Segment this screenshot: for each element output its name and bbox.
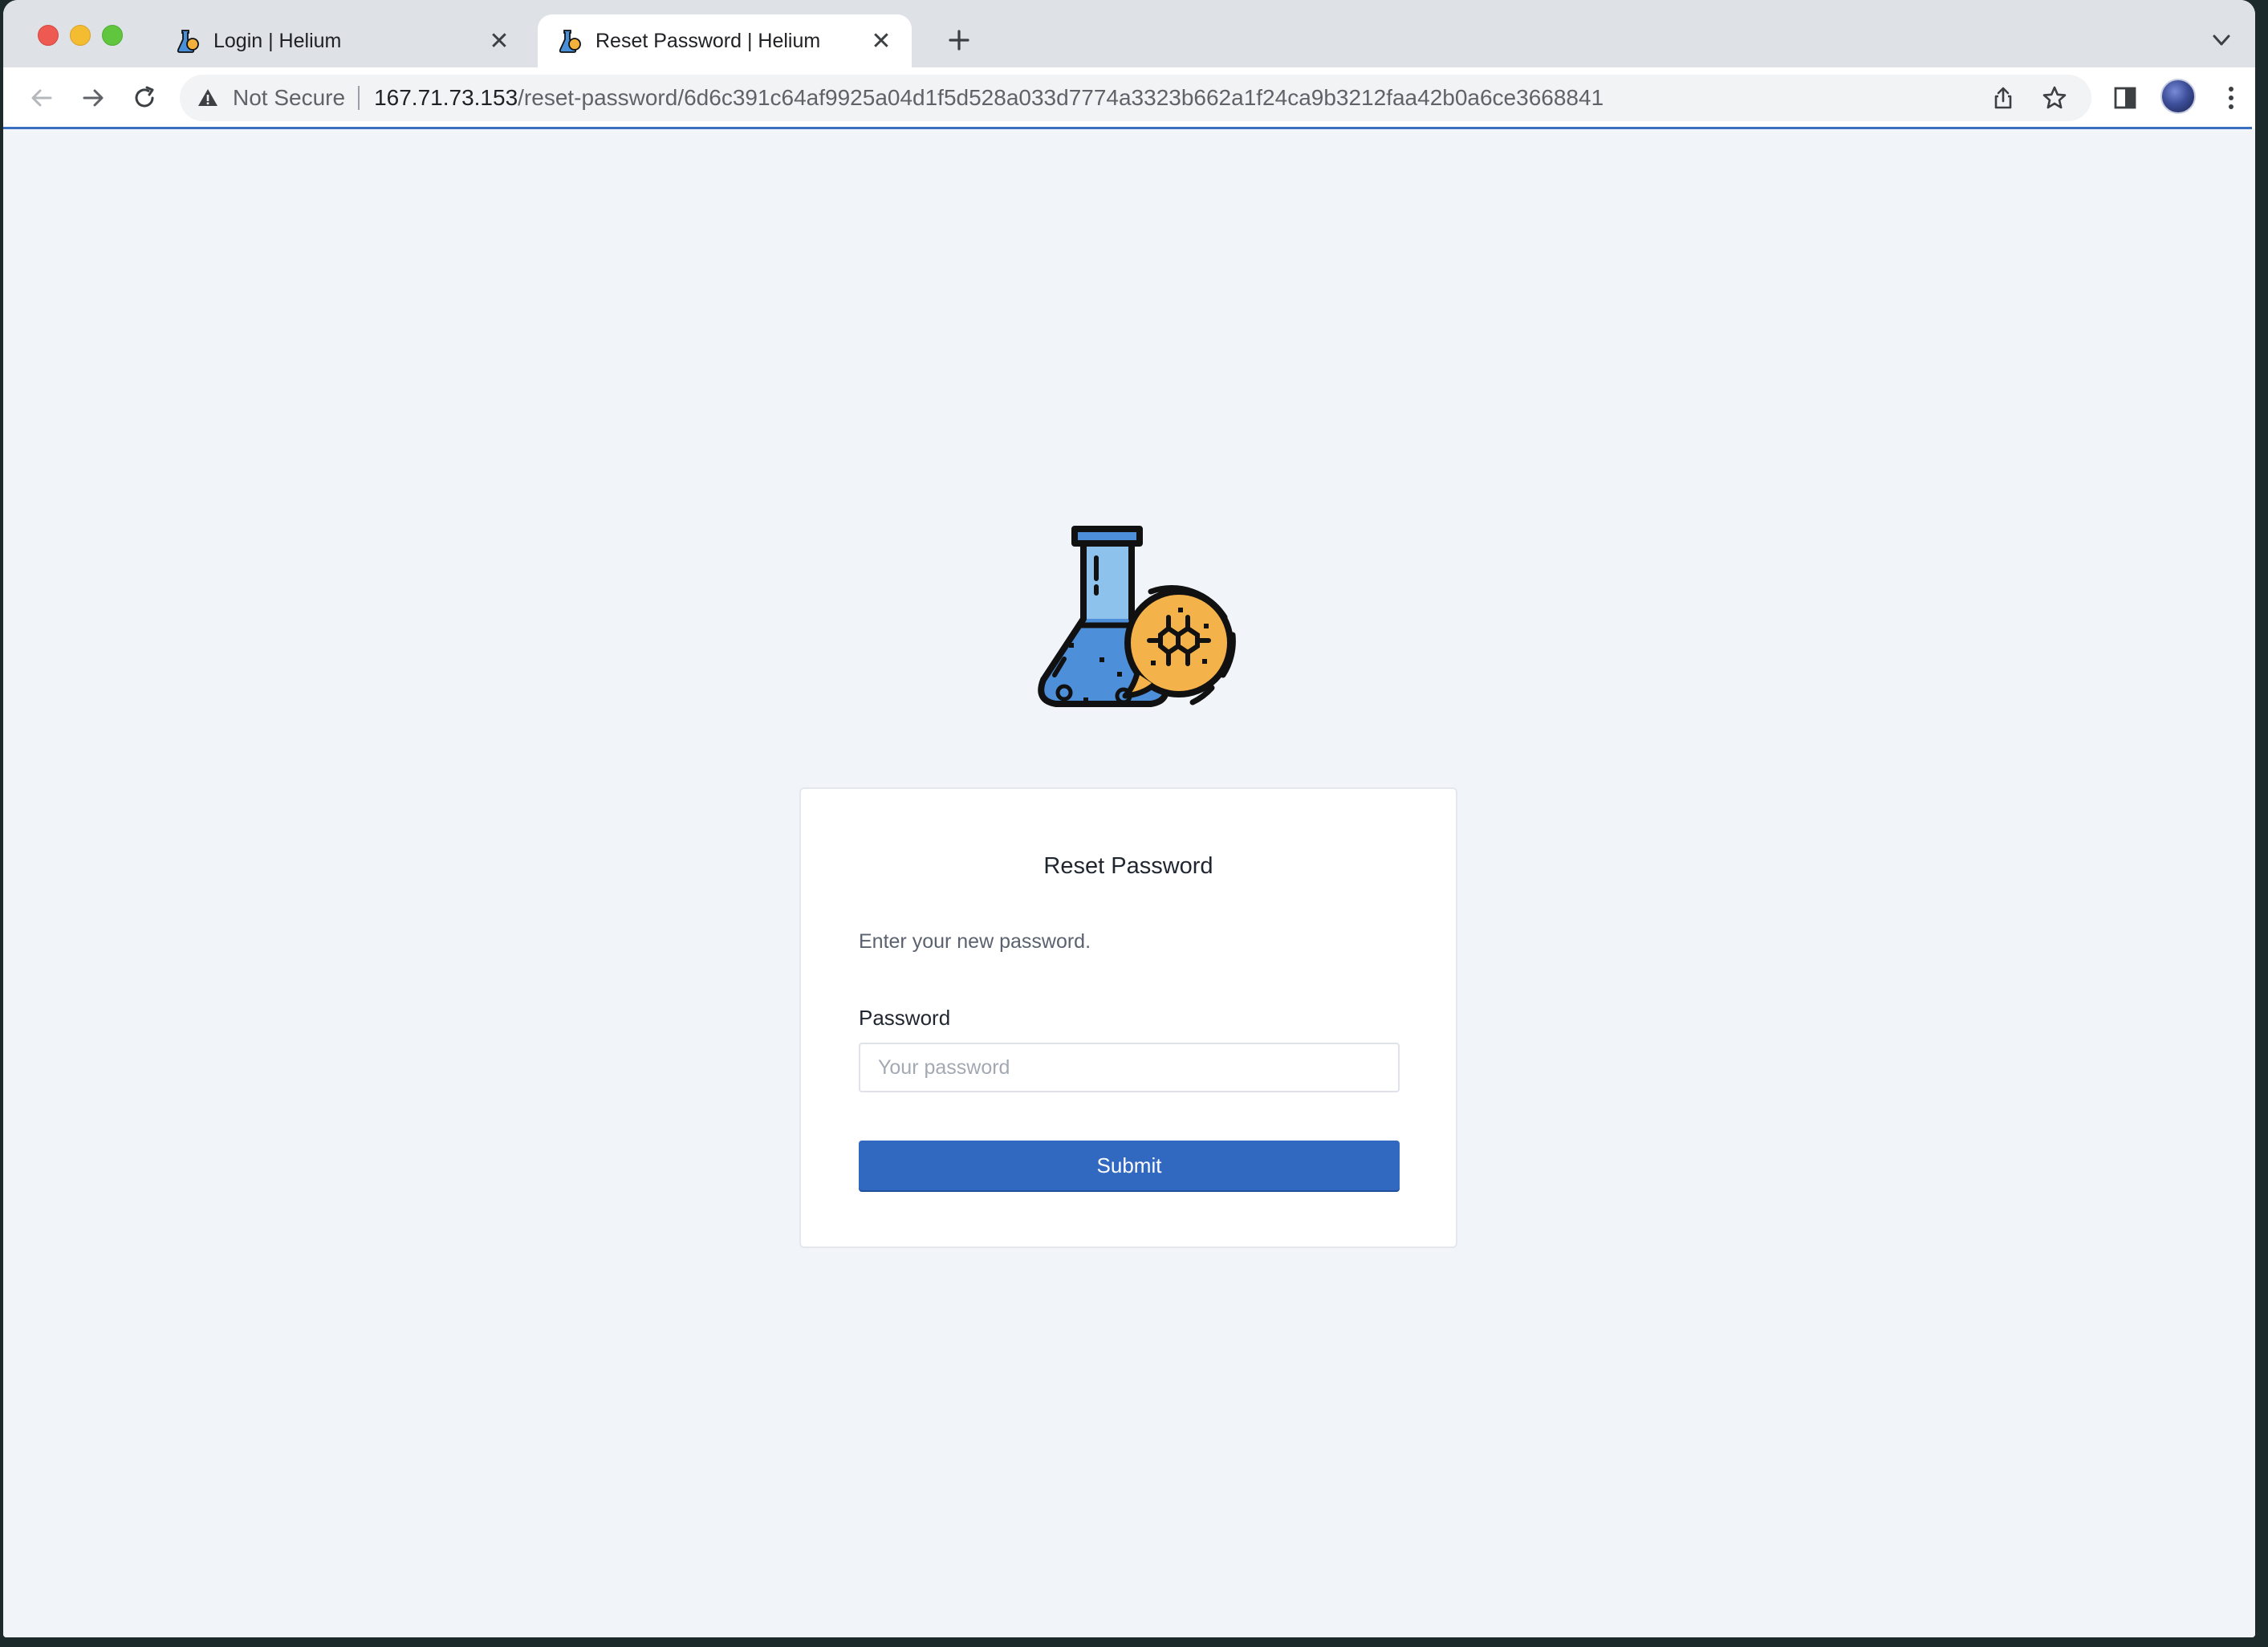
browser-toolbar: Not Secure 167.71.73.153/reset-password/… [3, 67, 2255, 128]
reload-button[interactable] [127, 80, 162, 116]
warning-icon[interactable] [196, 86, 220, 110]
page-title: Reset Password [1043, 853, 1213, 879]
tab-strip: Login | Helium ✕ Reset Password | Helium… [3, 0, 2255, 67]
side-panel-icon [2114, 87, 2136, 109]
tab-title: Login | Helium [213, 29, 342, 52]
tab-search-button[interactable] [2207, 26, 2236, 55]
minimize-window-button[interactable] [70, 25, 91, 46]
flask-favicon-icon [177, 30, 199, 53]
more-vertical-icon [2229, 87, 2233, 109]
url-path: /reset-password/6d6c391c64af9925a04d1f5d… [518, 85, 1604, 110]
tab-reset-password[interactable]: Reset Password | Helium ✕ [538, 14, 912, 67]
tab-login[interactable]: Login | Helium ✕ [156, 14, 530, 67]
flask-molecule-icon [1038, 526, 1236, 707]
page-content: Reset Password Enter your new password. … [3, 129, 2255, 1637]
address-bar[interactable]: Not Secure 167.71.73.153/reset-password/… [180, 75, 2091, 121]
url-text[interactable]: 167.71.73.153/reset-password/6d6c391c64a… [374, 85, 1603, 111]
profile-avatar[interactable] [2160, 79, 2196, 114]
address-divider [358, 86, 360, 110]
arrow-left-icon [31, 89, 52, 107]
bookmark-star-icon[interactable] [2042, 85, 2067, 111]
maximize-window-button[interactable] [102, 25, 123, 46]
close-window-button[interactable] [38, 25, 59, 46]
reset-password-card: Reset Password Enter your new password. … [799, 787, 1457, 1248]
browser-menu-button[interactable] [2213, 80, 2249, 116]
password-label: Password [859, 1006, 951, 1030]
reload-icon [135, 86, 154, 108]
share-icon[interactable] [1990, 85, 2016, 111]
instruction-text: Enter your new password. [859, 930, 1091, 953]
tab-title: Reset Password | Helium [595, 29, 821, 52]
tab-close-icon[interactable]: ✕ [868, 28, 894, 55]
new-tab-button[interactable] [943, 24, 975, 56]
forward-button[interactable] [75, 80, 111, 116]
back-button[interactable] [24, 80, 59, 116]
arrow-right-icon [83, 89, 104, 107]
desktop-background [0, 1637, 2268, 1647]
security-label[interactable]: Not Secure [233, 85, 345, 111]
side-panel-button[interactable] [2107, 80, 2143, 116]
submit-button[interactable]: Submit [859, 1141, 1400, 1190]
flask-favicon-icon [559, 30, 581, 53]
tab-close-icon[interactable]: ✕ [486, 28, 512, 55]
plus-icon [949, 30, 969, 51]
url-host: 167.71.73.153 [374, 85, 518, 110]
password-input[interactable] [859, 1043, 1400, 1092]
chevron-down-icon [2213, 35, 2230, 46]
browser-window: Login | Helium ✕ Reset Password | Helium… [3, 0, 2255, 1637]
